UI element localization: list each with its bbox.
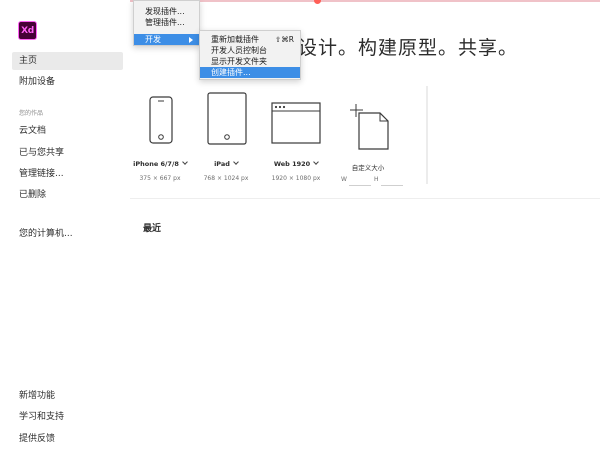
template-presets: iPhone 6/7/8 375 × 667 px iPad 768 × 102… bbox=[130, 84, 428, 184]
browser-window-icon bbox=[271, 102, 321, 144]
menu-item-developer-console[interactable]: 开发人员控制台 bbox=[200, 45, 300, 56]
template-size: 768 × 1024 px bbox=[203, 175, 249, 182]
section-divider bbox=[130, 198, 600, 199]
xd-logo-icon: Xd bbox=[18, 21, 37, 40]
chevron-down-icon[interactable] bbox=[233, 159, 239, 165]
hero-heading: 设计。构建原型。共享。 bbox=[298, 37, 519, 59]
tablet-icon bbox=[207, 92, 247, 145]
sidebar-item-deleted[interactable]: 已删除 bbox=[12, 186, 123, 204]
sidebar: Xd 主页 附加设备 您的作品 云文档 已与您共享 管理链接... 已删除 您的… bbox=[0, 0, 130, 453]
plugins-menu: 发现插件... 管理插件... 开发 bbox=[133, 0, 200, 46]
sidebar-item-add-ons[interactable]: 附加设备 bbox=[12, 73, 123, 91]
chevron-down-icon[interactable] bbox=[313, 159, 320, 165]
menu-item-develop[interactable]: 开发 bbox=[134, 34, 199, 45]
template-name[interactable]: Web 1920 bbox=[263, 159, 329, 168]
sidebar-item-learn-support[interactable]: 学习和支持 bbox=[12, 408, 123, 426]
shortcut-label: ⇧⌘R bbox=[275, 35, 294, 44]
sidebar-item-manage-links[interactable]: 管理链接... bbox=[12, 165, 123, 183]
sidebar-section-your-work: 您的作品 bbox=[19, 110, 44, 117]
sidebar-item-your-computer[interactable]: 您的计算机... bbox=[12, 225, 123, 243]
chevron-down-icon[interactable] bbox=[182, 159, 188, 165]
templates-divider bbox=[426, 86, 428, 184]
sidebar-item-home[interactable]: 主页 bbox=[12, 52, 123, 70]
template-name[interactable]: iPhone 6/7/8 bbox=[127, 159, 193, 168]
custom-width-input[interactable] bbox=[349, 181, 371, 186]
sidebar-item-feedback[interactable]: 提供反馈 bbox=[12, 430, 123, 448]
menu-item-reload-plugins[interactable]: 重新加载插件 ⇧⌘R bbox=[200, 34, 300, 45]
develop-submenu: 重新加载插件 ⇧⌘R 开发人员控制台 显示开发文件夹 创建插件... bbox=[199, 30, 301, 80]
custom-height-input[interactable] bbox=[381, 181, 403, 186]
phone-icon bbox=[149, 96, 173, 144]
custom-document-icon bbox=[350, 104, 389, 150]
custom-height-label: H bbox=[374, 176, 379, 183]
template-name[interactable]: iPad bbox=[193, 159, 259, 168]
menu-item-show-develop-folder[interactable]: 显示开发文件夹 bbox=[200, 56, 300, 67]
template-size: 1920 × 1080 px bbox=[271, 175, 321, 182]
sidebar-item-cloud-documents[interactable]: 云文档 bbox=[12, 122, 123, 140]
template-name: 自定义大小 bbox=[351, 164, 385, 172]
menu-item-manage-plugins[interactable]: 管理插件... bbox=[134, 17, 199, 28]
sidebar-item-shared-with-you[interactable]: 已与您共享 bbox=[12, 144, 123, 162]
custom-width-label: W bbox=[341, 176, 347, 183]
recent-heading: 最近 bbox=[143, 224, 162, 234]
sidebar-item-whats-new[interactable]: 新增功能 bbox=[12, 387, 123, 405]
menu-item-discover-plugins[interactable]: 发现插件... bbox=[134, 6, 199, 17]
window-dot-center bbox=[314, 0, 321, 4]
template-size: 375 × 667 px bbox=[139, 175, 181, 182]
menu-item-create-plugin[interactable]: 创建插件... bbox=[200, 67, 300, 78]
submenu-arrow-icon bbox=[189, 37, 193, 43]
